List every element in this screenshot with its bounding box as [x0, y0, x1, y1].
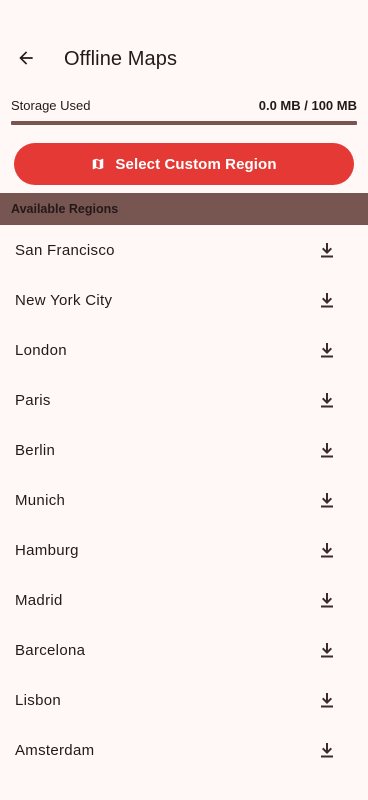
download-icon[interactable]	[318, 541, 336, 559]
storage-value: 0.0 MB / 100 MB	[258, 97, 357, 113]
back-button[interactable]	[4, 36, 48, 84]
available-regions-header: Available Regions	[0, 193, 368, 225]
section-title: Available Regions	[11, 202, 119, 216]
download-icon[interactable]	[318, 691, 336, 709]
region-row[interactable]: San Francisco	[0, 225, 368, 275]
region-list: San Francisco New York City London Paris Ber…	[0, 225, 368, 775]
region-name: Munich	[15, 491, 66, 509]
download-icon[interactable]	[318, 591, 336, 609]
region-name: Lisbon	[15, 691, 62, 709]
download-icon[interactable]	[318, 441, 336, 459]
region-name: Berlin	[15, 441, 56, 459]
select-custom-region-label: Select Custom Region	[115, 155, 277, 173]
region-row[interactable]: Munich	[0, 475, 368, 525]
region-name: Hamburg	[15, 541, 79, 559]
download-icon[interactable]	[318, 391, 336, 409]
arrow-back-icon	[16, 48, 36, 73]
download-icon[interactable]	[318, 241, 336, 259]
region-name: New York City	[15, 291, 113, 309]
region-row[interactable]: Lisbon	[0, 675, 368, 725]
region-row[interactable]: London	[0, 325, 368, 375]
region-name: Barcelona	[15, 641, 86, 659]
page-title: Offline Maps	[64, 48, 178, 70]
region-name: San Francisco	[15, 241, 115, 259]
region-row[interactable]: Madrid	[0, 575, 368, 625]
region-row[interactable]: Berlin	[0, 425, 368, 475]
region-name: Madrid	[15, 591, 63, 609]
region-row[interactable]: Paris	[0, 375, 368, 425]
region-row[interactable]: Barcelona	[0, 625, 368, 675]
download-icon[interactable]	[318, 741, 336, 759]
download-icon[interactable]	[318, 641, 336, 659]
region-name: Amsterdam	[15, 741, 95, 759]
storage-label: Storage Used	[11, 97, 91, 113]
download-icon[interactable]	[318, 341, 336, 359]
region-name: London	[15, 341, 67, 359]
region-name: Paris	[15, 391, 51, 409]
download-icon[interactable]	[318, 491, 336, 509]
map-icon	[91, 157, 105, 171]
region-row[interactable]: Amsterdam	[0, 725, 368, 775]
region-row[interactable]: Hamburg	[0, 525, 368, 575]
storage-progress-bar	[11, 121, 357, 125]
select-custom-region-button[interactable]: Select Custom Region	[14, 143, 354, 185]
storage-section: Storage Used 0.0 MB / 100 MB	[11, 97, 357, 125]
download-icon[interactable]	[318, 291, 336, 309]
region-row[interactable]: New York City	[0, 275, 368, 325]
offline-maps-screen: Offline Maps Storage Used 0.0 MB / 100 M…	[0, 0, 368, 800]
